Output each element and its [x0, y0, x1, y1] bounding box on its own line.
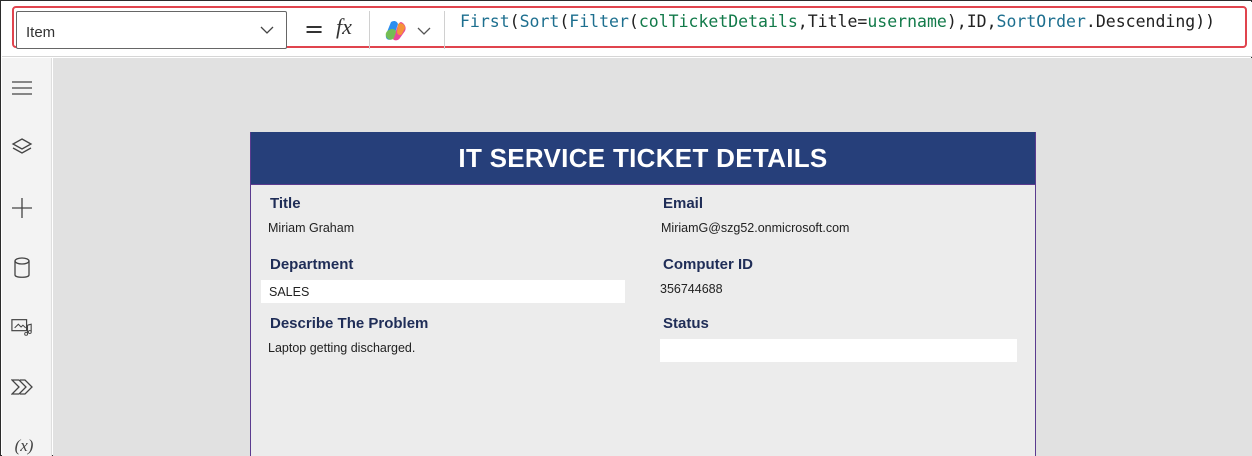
formula-token: ID — [966, 12, 987, 31]
formula-token: , — [986, 12, 997, 31]
form-header: IT SERVICE TICKET DETAILS — [251, 132, 1035, 185]
left-rail: (x) — [2, 58, 52, 456]
formula-token: = — [857, 12, 868, 31]
formula-token: ( — [628, 12, 639, 31]
property-dropdown-value: Item — [26, 24, 56, 41]
formula-token: colTicketDetails — [638, 12, 798, 31]
chevron-down-icon — [417, 24, 431, 42]
email-value: MiriamG@szg52.onmicrosoft.com — [661, 221, 850, 235]
formula-token: ), — [946, 12, 967, 31]
copilot-icon — [384, 20, 408, 47]
department-label: Department — [270, 256, 354, 273]
computer-id-label: Computer ID — [663, 256, 753, 273]
property-dropdown[interactable]: Item — [16, 11, 287, 49]
chevron-down-icon — [260, 23, 274, 42]
equals-sign: = — [304, 15, 325, 43]
form-title: IT SERVICE TICKET DETAILS — [458, 142, 828, 173]
ticket-form: IT SERVICE TICKET DETAILS Title Miriam G… — [250, 132, 1036, 456]
formula-token: Descending — [1095, 12, 1196, 31]
email-label: Email — [663, 195, 704, 212]
problem-label: Describe The Problem — [270, 315, 429, 332]
computer-id-value: 356744688 — [660, 282, 723, 296]
insert-plus-icon[interactable] — [11, 197, 33, 219]
status-input[interactable] — [660, 339, 1017, 362]
problem-value: Laptop getting discharged. — [268, 341, 416, 355]
formula-token: )) — [1195, 12, 1216, 31]
department-input[interactable]: SALES — [261, 280, 625, 303]
hamburger-menu-icon[interactable] — [11, 77, 33, 99]
formula-text[interactable]: First(Sort(Filter(colTicketDetails,Title… — [460, 12, 1215, 31]
formula-token: First — [460, 12, 510, 31]
formula-token: Sort — [519, 12, 560, 31]
data-cylinder-icon[interactable] — [11, 257, 33, 279]
media-icon[interactable] — [11, 316, 33, 338]
status-label: Status — [663, 315, 709, 332]
copilot-button[interactable] — [369, 11, 445, 49]
department-value: SALES — [269, 285, 310, 299]
formula-token: , — [797, 12, 808, 31]
variables-icon[interactable]: (x) — [11, 435, 37, 456]
formula-token: SortOrder — [996, 12, 1086, 31]
title-value: Miriam Graham — [268, 221, 355, 235]
fx-icon: fx — [336, 14, 352, 39]
formula-token: ( — [509, 12, 520, 31]
formula-token: Title — [807, 12, 858, 31]
formula-bar: Item = fx First(Sort(Filter(colTicketDet… — [2, 2, 1252, 57]
layers-icon[interactable] — [11, 136, 33, 158]
formula-token: username — [867, 12, 947, 31]
formula-token: . — [1085, 12, 1096, 31]
app-frame: Item = fx First(Sort(Filter(colTicketDet… — [0, 0, 1252, 456]
formula-token: ( — [559, 12, 570, 31]
formula-token: Filter — [569, 12, 629, 31]
title-label: Title — [270, 195, 301, 212]
power-automate-icon[interactable] — [11, 376, 33, 398]
